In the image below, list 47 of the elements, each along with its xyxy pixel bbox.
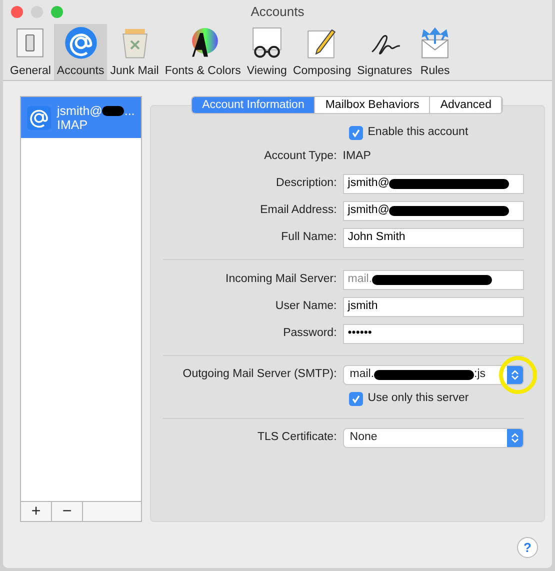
account-name: jsmith@	[57, 104, 102, 118]
toolbar-tab[interactable]: Accounts	[54, 24, 108, 80]
text-field[interactable]: ••••••	[342, 324, 524, 344]
tab[interactable]: Mailbox Behaviors	[315, 97, 430, 113]
field-label: Outgoing Mail Server (SMTP):	[182, 367, 338, 382]
glasses-icon	[250, 26, 284, 60]
field-label: TLS Certificate:	[256, 430, 338, 446]
field-label: Account Type:	[263, 149, 338, 164]
field-label: Incoming Mail Server:	[224, 272, 338, 287]
tab[interactable]: Account Information	[192, 97, 316, 113]
checkbox[interactable]	[348, 126, 363, 140]
at-sign-icon	[27, 106, 51, 130]
field-label: Full Name:	[280, 230, 338, 245]
text-field[interactable]: jsmith	[342, 296, 524, 316]
toolbar-tab[interactable]: Fonts & Colors	[162, 24, 244, 80]
tab[interactable]: Advanced	[430, 97, 502, 113]
list-button[interactable]: −	[52, 502, 83, 521]
field-label: Password:	[282, 326, 338, 341]
toolbar-tab[interactable]: Junk Mail	[107, 24, 162, 80]
window-title: Accounts	[250, 3, 304, 22]
field-label: Description:	[275, 176, 338, 191]
zoom-window-icon[interactable]	[51, 6, 63, 18]
account-type: IMAP	[57, 118, 88, 132]
toolbar-tab[interactable]: Rules	[415, 24, 456, 80]
toolbar-tab[interactable]: Composing	[290, 24, 354, 80]
checkbox-label: Use only this server	[368, 391, 469, 406]
text-field[interactable]: John Smith	[342, 228, 524, 248]
text-field[interactable]: jsmith@	[342, 200, 524, 220]
account-item[interactable]: jsmith@ ... IMAP	[21, 97, 141, 138]
text-field[interactable]: jsmith@	[342, 174, 524, 194]
toolbar-tab[interactable]: General	[7, 24, 54, 80]
stepper-arrows-icon	[510, 369, 519, 381]
checkbox-label: Enable this account	[368, 125, 468, 140]
account-type-value: IMAP	[342, 149, 371, 164]
field-label: Email Address:	[259, 202, 338, 218]
popup-menu[interactable]: mail. :js	[342, 365, 524, 385]
toolbar-tab[interactable]: Viewing	[244, 24, 290, 80]
stepper-arrows-icon	[510, 432, 519, 444]
close-window-icon[interactable]	[11, 6, 23, 18]
list-button[interactable]: +	[21, 502, 52, 521]
toolbar-tab[interactable]: Signatures	[354, 24, 416, 80]
ellipsis: ...	[124, 104, 135, 118]
popup-menu[interactable]: None	[342, 428, 524, 448]
checkbox[interactable]	[348, 392, 363, 406]
help-button[interactable]: ?	[517, 537, 538, 558]
at-sign-icon	[64, 26, 98, 60]
field-label: User Name:	[274, 298, 338, 314]
